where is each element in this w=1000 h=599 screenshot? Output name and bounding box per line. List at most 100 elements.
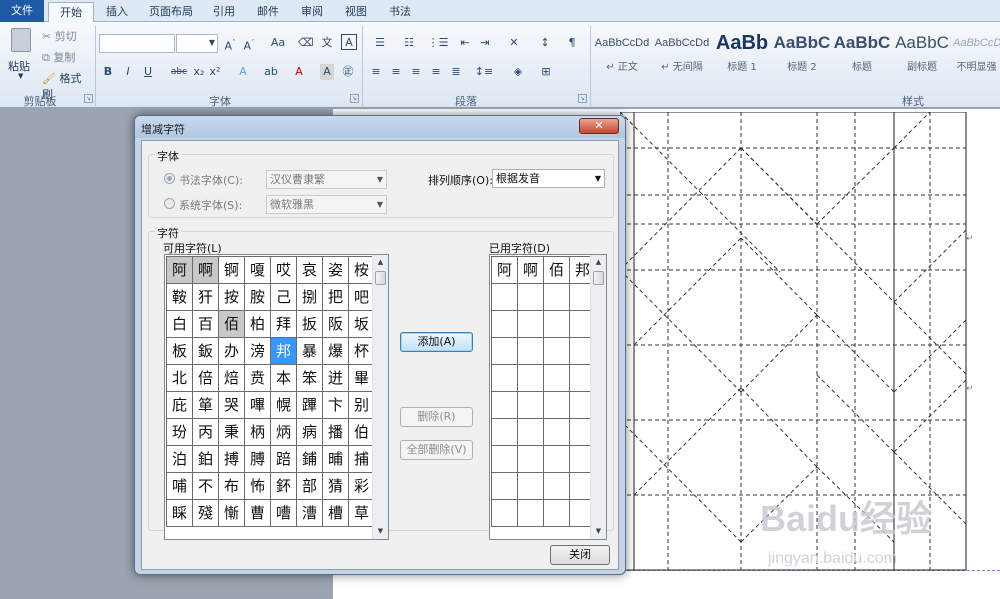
available-chars-list[interactable]: 阿啊锕嗄哎哀姿桉鞍犴按胺己捌把吧白百佰柏拜扳阪坂板鈑办滂邦暴爆杯北倍焙贲本笨迸畢… (164, 254, 389, 540)
scroll-down-icon[interactable]: ▼ (373, 524, 388, 539)
char-cell[interactable]: 拜 (271, 311, 296, 337)
char-cell[interactable]: 不 (193, 473, 218, 499)
scroll-down-icon[interactable]: ▼ (591, 524, 606, 539)
used-char-cell[interactable] (492, 419, 517, 445)
char-cell[interactable]: 把 (323, 284, 348, 310)
shading-icon[interactable]: ◈ (508, 64, 528, 80)
char-cell[interactable]: 丙 (193, 419, 218, 445)
strikethrough-icon[interactable]: abc (170, 64, 188, 80)
char-cell[interactable]: 鞍 (167, 284, 192, 310)
char-cell[interactable]: 别 (349, 392, 374, 418)
clipboard-dialog-launcher-icon[interactable]: ↘ (84, 94, 93, 103)
used-char-cell[interactable] (518, 473, 543, 499)
char-cell[interactable]: 怖 (245, 473, 270, 499)
char-cell[interactable]: 慚 (219, 500, 244, 526)
char-cell[interactable]: 槽 (323, 500, 348, 526)
used-char-cell[interactable] (492, 392, 517, 418)
char-cell[interactable]: 胺 (245, 284, 270, 310)
char-cell[interactable]: 哎 (271, 257, 296, 283)
char-cell[interactable]: 草 (349, 500, 374, 526)
character-shading-icon[interactable]: A (320, 64, 334, 80)
char-cell[interactable]: 鈑 (193, 338, 218, 364)
char-cell[interactable]: 睬 (167, 500, 192, 526)
used-char-cell[interactable] (544, 365, 569, 391)
system-font-radio[interactable] (164, 198, 175, 209)
char-cell[interactable]: 卞 (323, 392, 348, 418)
phonetic-guide-icon[interactable]: 文 (318, 35, 336, 51)
delete-button[interactable]: 删除(R) (400, 407, 473, 427)
char-cell[interactable]: 办 (219, 338, 244, 364)
tab-calligraphy[interactable]: 书法 (382, 2, 418, 22)
tab-file[interactable]: 文件 (0, 0, 44, 22)
char-cell[interactable]: 犴 (193, 284, 218, 310)
used-char-cell[interactable] (518, 338, 543, 364)
char-cell[interactable]: 佰 (219, 311, 244, 337)
calligraphy-font-select[interactable]: 汉仪曹隶繁 ▼ (266, 170, 387, 189)
char-cell[interactable]: 姿 (323, 257, 348, 283)
grow-font-icon[interactable]: Aˆ (223, 35, 237, 53)
copy-button[interactable]: ⧉ 复制 (42, 49, 82, 65)
used-char-cell[interactable] (492, 473, 517, 499)
tab-mailings[interactable]: 邮件 (250, 2, 286, 22)
align-left-icon[interactable]: ≡ (368, 64, 384, 80)
borders-icon[interactable]: ⊞ (536, 64, 556, 80)
char-cell[interactable]: 杯 (349, 338, 374, 364)
char-cell[interactable]: 蹕 (297, 392, 322, 418)
char-cell[interactable]: 漕 (297, 500, 322, 526)
used-char-cell[interactable] (518, 392, 543, 418)
used-char-cell[interactable] (492, 446, 517, 472)
char-cell[interactable]: 柄 (245, 419, 270, 445)
used-char-cell[interactable] (518, 311, 543, 337)
enclose-characters-icon[interactable]: ㊣ (340, 64, 356, 80)
chinese-layout-icon[interactable]: ✕ (503, 35, 525, 51)
clear-format-icon[interactable]: ⌫ (298, 35, 314, 51)
scroll-up-icon[interactable]: ▲ (591, 255, 606, 270)
dialog-titlebar[interactable]: 增减字符 ✕ (135, 116, 625, 138)
used-char-cell[interactable]: 佰 (544, 257, 569, 283)
used-char-cell[interactable] (544, 338, 569, 364)
char-cell[interactable]: 嗶 (245, 392, 270, 418)
used-char-cell[interactable] (492, 338, 517, 364)
char-cell[interactable]: 阿 (167, 257, 192, 283)
line-spacing-icon[interactable]: ↕≡ (474, 64, 494, 80)
char-cell[interactable]: 嗄 (245, 257, 270, 283)
tab-home[interactable]: 开始 (48, 2, 94, 23)
font-size-combo[interactable]: ▼ (176, 34, 218, 53)
char-cell[interactable]: 猜 (323, 473, 348, 499)
char-cell[interactable]: 庇 (167, 392, 192, 418)
change-case-icon[interactable]: Aa (268, 35, 288, 51)
used-char-cell[interactable] (518, 365, 543, 391)
distributed-icon[interactable]: ≣ (448, 64, 464, 80)
char-cell[interactable]: 泊 (167, 446, 192, 472)
scroll-up-icon[interactable]: ▲ (373, 255, 388, 270)
character-border-icon[interactable]: A (341, 34, 357, 50)
char-cell[interactable]: 彩 (349, 473, 374, 499)
font-name-combo[interactable] (99, 34, 175, 53)
justify-icon[interactable]: ≡ (428, 64, 444, 80)
char-cell[interactable]: 暴 (297, 338, 322, 364)
char-cell[interactable]: 己 (271, 284, 296, 310)
increase-indent-icon[interactable]: ⇥ (477, 35, 493, 51)
char-cell[interactable]: 哭 (219, 392, 244, 418)
char-cell[interactable]: 倍 (193, 365, 218, 391)
used-char-cell[interactable] (518, 500, 543, 526)
superscript-icon[interactable]: x² (208, 64, 222, 80)
used-char-cell[interactable] (492, 365, 517, 391)
available-chars-scrollbar[interactable]: ▲ ▼ (372, 255, 388, 539)
calligraphy-font-radio[interactable] (164, 173, 175, 184)
used-char-cell[interactable] (544, 284, 569, 310)
tab-insert[interactable]: 插入 (98, 2, 136, 22)
italic-icon[interactable]: I (122, 64, 134, 80)
char-cell[interactable]: 锕 (219, 257, 244, 283)
char-cell[interactable]: 捌 (297, 284, 322, 310)
used-chars-scrollbar[interactable]: ▲ ▼ (590, 255, 606, 539)
text-effects-icon[interactable]: A (236, 64, 250, 80)
font-color-icon[interactable]: A (292, 64, 306, 80)
paste-button[interactable]: 粘贴 ▼ (6, 26, 36, 82)
align-right-icon[interactable]: ≡ (408, 64, 424, 80)
char-cell[interactable]: 踣 (271, 446, 296, 472)
decrease-indent-icon[interactable]: ⇤ (457, 35, 473, 51)
style-heading-1[interactable]: AaBb 标题 1 (713, 28, 771, 78)
char-cell[interactable]: 玢 (167, 419, 192, 445)
style-no-spacing[interactable]: AaBbCcDd ↵ 无间隔 (653, 28, 711, 78)
